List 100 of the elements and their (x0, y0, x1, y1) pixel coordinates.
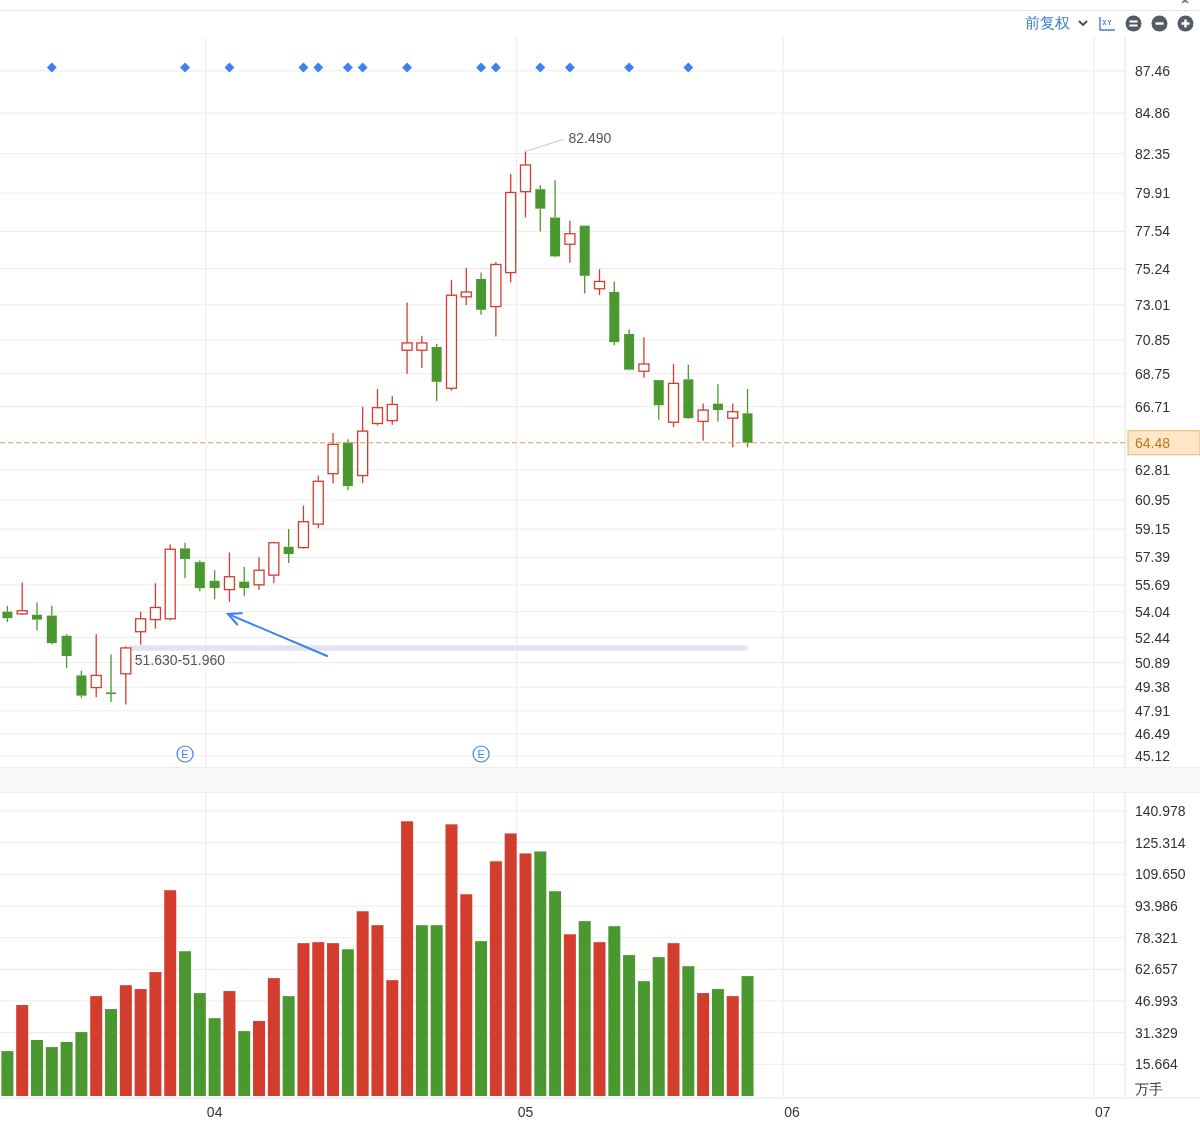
candlestick (90, 633, 102, 698)
candlestick (283, 528, 294, 564)
volume-bar (60, 1042, 73, 1096)
event-markers-drawing[interactable] (46, 62, 694, 73)
axis-label: 78.321 (1135, 929, 1178, 946)
earnings-marker-icon[interactable]: E (472, 745, 490, 763)
candlestick (371, 388, 384, 426)
axis-label: 46.49 (1135, 725, 1171, 742)
candlestick (653, 379, 664, 421)
axis-label: 15.664 (1135, 1056, 1178, 1073)
candlestick (593, 268, 606, 296)
candlestick (209, 569, 220, 600)
volume-bar (1, 1051, 14, 1096)
candlestick (460, 266, 472, 306)
candlestick (697, 402, 709, 442)
axis-label: 66.71 (1135, 398, 1171, 415)
volume-bar (31, 1040, 43, 1096)
equals-circle-icon[interactable] (1124, 14, 1142, 33)
candlestick (239, 566, 250, 597)
candlestick (223, 551, 236, 603)
candlestick (253, 556, 265, 591)
candlestick (61, 633, 72, 669)
axis-label: 52.44 (1135, 629, 1171, 646)
axis-label: 46.993 (1135, 993, 1178, 1009)
axis-label: 93.986 (1135, 898, 1178, 914)
candlestick (416, 334, 428, 369)
arrow-drawing[interactable] (225, 612, 329, 657)
axis-label: 47.91 (1135, 702, 1171, 719)
axis-label: 60.95 (1135, 491, 1171, 508)
volume-bar (75, 1032, 88, 1096)
axis-label: 68.75 (1135, 365, 1171, 382)
axis-label: 31.329 (1135, 1024, 1178, 1041)
zoom-in-icon[interactable] (1176, 14, 1194, 33)
caret-icon (1078, 20, 1088, 28)
candlestick (638, 336, 650, 379)
candlestick (386, 395, 398, 426)
axis-label: 49.38 (1135, 678, 1171, 695)
current-price-label: 64.48 (1135, 434, 1171, 451)
axis-label: 54.04 (1135, 603, 1171, 620)
leader-line (525, 138, 564, 152)
price-adjust-dropdown[interactable]: 前复权 (1023, 14, 1090, 34)
candlestick (327, 432, 339, 484)
candlestick (579, 224, 590, 295)
month-label: 07 (1095, 1104, 1111, 1120)
candlestick (431, 342, 442, 402)
candlestick (194, 559, 205, 592)
month-label: 06 (784, 1104, 800, 1120)
axis-label: 45.12 (1135, 747, 1171, 764)
range-label: 51.630-51.960 (134, 651, 226, 668)
candlestick (76, 669, 87, 699)
candlestick (683, 363, 694, 420)
axis-label: 77.54 (1135, 223, 1171, 240)
annotation: E (477, 747, 485, 760)
axis-label: 62.657 (1135, 961, 1178, 978)
volume-bar (238, 1031, 251, 1096)
axis-label: 59.15 (1135, 520, 1171, 537)
candlestick (564, 219, 576, 264)
candlestick (312, 474, 324, 529)
candlestick (609, 280, 620, 346)
axis-label: 125.314 (1135, 834, 1186, 851)
candlestick (180, 541, 191, 579)
candlestick (727, 402, 739, 448)
candlestick (519, 150, 532, 218)
month-label: 05 (517, 1104, 534, 1120)
axis-label: 109.650 (1135, 866, 1186, 883)
axis-unit-label: 万手 (1135, 1080, 1163, 1097)
axis-label: 82.35 (1135, 145, 1171, 162)
candlestick (712, 383, 723, 422)
axis-label: 50.89 (1135, 654, 1171, 671)
axis-label: 79.91 (1135, 184, 1171, 201)
candlestick (742, 388, 753, 448)
candlestick (342, 438, 353, 491)
high-price-label: 82.490 (568, 130, 612, 147)
axis-label: 62.81 (1135, 461, 1171, 478)
candlestick (268, 541, 280, 584)
axis-label: 70.85 (1135, 331, 1171, 348)
annotation: E (181, 747, 189, 760)
candlestick (46, 605, 57, 645)
month-label: 04 (206, 1104, 223, 1120)
candlestick (297, 504, 310, 549)
axis-label: 55.69 (1135, 576, 1171, 593)
axis-label: 57.39 (1135, 549, 1171, 566)
earnings-marker-icon[interactable]: E (176, 745, 194, 763)
candlestick (667, 363, 680, 428)
zoom-out-icon[interactable] (1150, 14, 1168, 33)
candlestick (2, 605, 13, 623)
axis-scale-icon[interactable] (1098, 14, 1116, 33)
axis-label: 140.978 (1135, 803, 1186, 819)
candlestick (32, 601, 42, 631)
candlestick (476, 271, 487, 316)
volume-bar (45, 1047, 58, 1096)
axis-label: 73.01 (1135, 296, 1171, 313)
candlestick (149, 582, 162, 629)
axis-label: 84.86 (1135, 104, 1171, 121)
candlestick (135, 610, 147, 646)
axis-label: 87.46 (1135, 62, 1171, 79)
candlestick (535, 184, 546, 232)
candlestick (16, 581, 28, 616)
axis-label: 75.24 (1135, 260, 1171, 277)
candlestick (624, 328, 635, 371)
